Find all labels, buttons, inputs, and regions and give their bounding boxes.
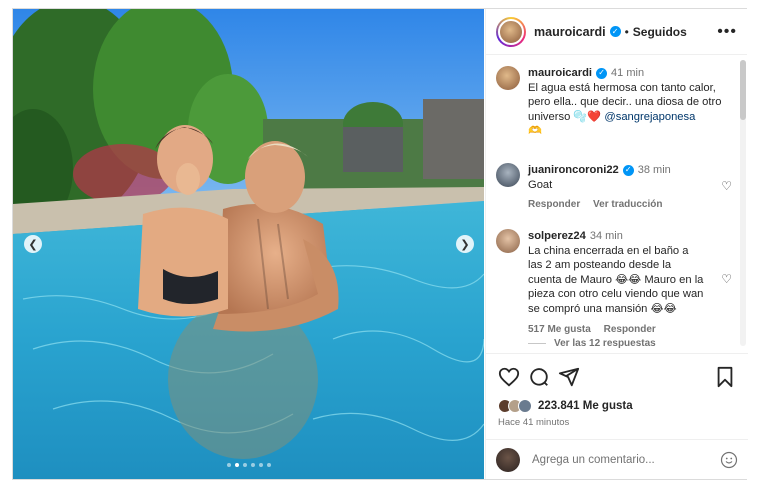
verified-badge-icon: ✓ — [596, 67, 608, 79]
post-photo[interactable]: ❮ ❯ — [13, 9, 484, 479]
translate-button[interactable]: Ver traducción — [593, 199, 662, 210]
chevron-right-icon: ❯ — [460, 238, 470, 251]
caption-trailing-emoji: 🫶 — [528, 125, 542, 138]
comment-item: ♡ solperez24 34 min La china encerrada en… — [496, 229, 732, 335]
likes-row: 223.841 Me gusta — [498, 399, 633, 413]
heart-outline-icon[interactable]: ♡ — [721, 272, 732, 286]
add-comment-input[interactable] — [532, 453, 702, 466]
post-time: Hace 41 minutos — [498, 417, 570, 428]
header-separator: • — [624, 24, 629, 39]
author-avatar[interactable] — [496, 16, 526, 47]
comment-meta: Responder Ver traducción — [528, 199, 732, 210]
carousel-dot — [227, 463, 231, 467]
carousel-next-button[interactable]: ❯ — [456, 235, 474, 253]
post-modal: ❮ ❯ mauroicardi ✓ • Seguidos ••• mauroic… — [12, 8, 748, 480]
caption-comment: mauroicardi ✓ 41 min El agua está hermosa … — [496, 66, 732, 139]
verified-badge-icon: ✓ — [622, 164, 634, 176]
comment-text: Goat — [528, 178, 553, 191]
caption-mention-link[interactable]: @sangrejaponesa — [604, 111, 695, 123]
post-side-panel: mauroicardi ✓ • Seguidos ••• mauroicardi… — [485, 9, 748, 479]
liker-avatar — [518, 399, 532, 413]
caption-avatar[interactable] — [496, 66, 520, 90]
more-horizontal-icon[interactable]: ••• — [717, 23, 737, 41]
caption-username[interactable]: mauroicardi — [528, 67, 592, 79]
heart-outline-icon[interactable]: ♡ — [721, 179, 732, 193]
post-header: mauroicardi ✓ • Seguidos ••• — [486, 9, 747, 55]
author-username[interactable]: mauroicardi — [534, 25, 606, 39]
comment-meta: 517 Me gusta Responder — [528, 324, 732, 335]
bookmark-icon[interactable] — [714, 366, 736, 388]
current-user-avatar — [496, 447, 520, 472]
comment-icon[interactable] — [528, 366, 550, 388]
comment-likes[interactable]: 517 Me gusta — [528, 324, 591, 335]
comment-text: La china encerrada en el baño a las 2 am… — [528, 244, 704, 315]
comments-list[interactable]: mauroicardi ✓ 41 min El agua está hermosa … — [486, 56, 748, 352]
carousel-dot — [235, 463, 239, 467]
comment-username[interactable]: solperez24 — [528, 230, 586, 242]
comments-scrollbar[interactable] — [740, 60, 746, 346]
carousel-dot — [267, 463, 271, 467]
chevron-left-icon: ❮ — [28, 238, 38, 251]
scrollbar-thumb[interactable] — [740, 60, 746, 120]
likes-count[interactable]: 223.841 Me gusta — [538, 400, 633, 412]
view-replies-button[interactable]: Ver las 12 respuestas — [528, 338, 656, 349]
carousel-dot — [243, 463, 247, 467]
comment-username[interactable]: juanironcoroni22 — [528, 164, 619, 176]
carousel-dots — [227, 463, 271, 467]
heart-icon[interactable] — [498, 366, 520, 388]
comment-time: 34 min — [589, 230, 623, 242]
comment-avatar[interactable] — [496, 163, 520, 187]
post-actions: 223.841 Me gusta Hace 41 minutos — [486, 353, 748, 439]
pool-photo-illustration — [13, 9, 484, 479]
comment-time: 38 min — [637, 164, 671, 176]
verified-badge-icon: ✓ — [609, 26, 621, 37]
emoji-icon[interactable] — [720, 451, 738, 469]
comment-avatar[interactable] — [496, 229, 520, 253]
add-comment-bar — [486, 439, 748, 479]
reply-button[interactable]: Responder — [528, 199, 580, 210]
carousel-dot — [259, 463, 263, 467]
carousel-dot — [251, 463, 255, 467]
follow-status-button[interactable]: Seguidos — [633, 25, 687, 39]
comment-item: ♡ juanironcoroni22 ✓ 38 min Goat Responder… — [496, 163, 732, 210]
reply-button[interactable]: Responder — [604, 324, 656, 335]
carousel-prev-button[interactable]: ❮ — [24, 235, 42, 253]
caption-time: 41 min — [611, 67, 645, 79]
share-icon[interactable] — [558, 366, 580, 388]
